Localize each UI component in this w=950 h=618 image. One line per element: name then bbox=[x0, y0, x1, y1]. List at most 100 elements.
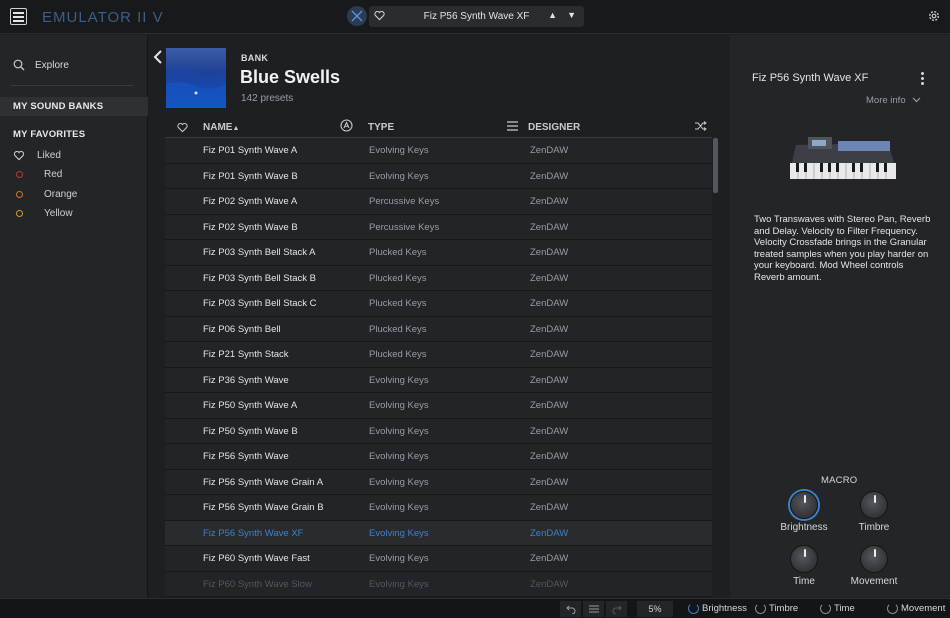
movement-label: Movement bbox=[850, 576, 898, 587]
preset-name-cell: Fiz P50 Synth Wave B bbox=[203, 425, 298, 437]
preset-name-cell: Fiz P01 Synth Wave A bbox=[203, 145, 298, 156]
close-icon[interactable] bbox=[347, 6, 367, 26]
more-info-button[interactable]: More info bbox=[866, 95, 921, 106]
table-row[interactable]: Fiz P60 Synth Wave Slow Evolving Keys ZenD… bbox=[165, 571, 712, 597]
preset-type-cell: Evolving Keys bbox=[369, 374, 429, 386]
time-label: Time bbox=[793, 576, 815, 587]
artist-filter-icon[interactable] bbox=[340, 119, 353, 135]
column-header-designer[interactable]: DESIGNER bbox=[528, 122, 580, 133]
explore-label: Explore bbox=[35, 59, 69, 71]
explore-button[interactable]: Explore bbox=[13, 59, 69, 71]
next-preset-button[interactable]: ▼ bbox=[567, 10, 576, 20]
bottom-bar: 5% Brightness Timbre Time Movement bbox=[0, 598, 950, 618]
preset-name-cell: Fiz P02 Synth Wave B bbox=[203, 221, 298, 233]
preset-designer-cell: ZenDAW bbox=[530, 170, 569, 182]
column-header-name[interactable]: NAME▲ bbox=[203, 122, 239, 133]
preset-list: Fiz P01 Synth Wave A Evolving Keys ZenDAW F… bbox=[165, 138, 712, 598]
gear-icon[interactable] bbox=[927, 9, 941, 26]
preset-selector[interactable]: Fiz P56 Synth Wave XF ▲ ▼ bbox=[369, 6, 584, 27]
table-row[interactable]: Fiz P03 Synth Bell Stack A Plucked Keys Ze… bbox=[165, 240, 712, 266]
zoom-level[interactable]: 5% bbox=[637, 601, 673, 617]
table-row[interactable]: Fiz P56 Synth Wave Grain A Evolving Keys Z… bbox=[165, 469, 712, 495]
preset-designer-cell: ZenDAW bbox=[530, 578, 569, 590]
bottom-macro-brightness[interactable]: Brightness bbox=[688, 603, 747, 614]
table-row[interactable]: Fiz P01 Synth Wave B Evolving Keys ZenDAW bbox=[165, 163, 712, 189]
movement-knob[interactable] bbox=[860, 545, 888, 573]
undo-icon[interactable] bbox=[560, 601, 581, 617]
sidebar-item-liked[interactable]: Liked bbox=[13, 150, 61, 161]
menu-icon[interactable] bbox=[10, 8, 27, 25]
preset-designer-cell: ZenDAW bbox=[530, 298, 569, 309]
table-row[interactable]: Fiz P06 Synth Bell Plucked Keys ZenDAW bbox=[165, 316, 712, 342]
app-window: EMULATOR II V Fiz P56 Synth Wave XF ▲ ▼ … bbox=[0, 0, 950, 618]
table-row[interactable]: Fiz P56 Synth Wave Evolving Keys ZenDAW bbox=[165, 444, 712, 470]
previous-preset-button[interactable]: ▲ bbox=[548, 10, 557, 20]
preset-type-cell: Evolving Keys bbox=[369, 425, 429, 437]
bank-label: BANK bbox=[241, 53, 269, 63]
preset-type-cell: Percussive Keys bbox=[369, 196, 440, 207]
brightness-knob[interactable] bbox=[790, 491, 818, 519]
yellow-dot-icon bbox=[16, 210, 23, 217]
list-view-icon[interactable] bbox=[507, 121, 518, 134]
preset-designer-cell: ZenDAW bbox=[530, 323, 569, 335]
preset-type-cell: Evolving Keys bbox=[369, 451, 429, 462]
sidebar-item-red[interactable]: Red bbox=[13, 169, 62, 180]
bottom-macro-label: Timbre bbox=[769, 603, 799, 614]
bottom-macro-movement[interactable]: Movement bbox=[887, 603, 945, 614]
sidebar-item-orange[interactable]: Orange bbox=[13, 189, 77, 200]
timbre-knob[interactable] bbox=[860, 491, 888, 519]
time-knob[interactable] bbox=[790, 545, 818, 573]
sidebar-item-yellow[interactable]: Yellow bbox=[13, 208, 73, 219]
preset-name-cell: Fiz P02 Synth Wave A bbox=[203, 196, 298, 207]
preset-name-cell: Fiz P56 Synth Wave bbox=[203, 451, 289, 462]
table-row[interactable]: Fiz P21 Synth Stack Plucked Keys ZenDAW bbox=[165, 342, 712, 368]
table-row[interactable]: Fiz P50 Synth Wave B Evolving Keys ZenDAW bbox=[165, 418, 712, 444]
preset-name-cell: Fiz P06 Synth Bell bbox=[203, 323, 281, 335]
bottom-macro-time[interactable]: Time bbox=[820, 603, 855, 614]
bottom-macro-timbre[interactable]: Timbre bbox=[755, 603, 798, 614]
favorite-label: Liked bbox=[37, 150, 61, 161]
bottom-macro-label: Brightness bbox=[702, 603, 747, 614]
preset-details-panel: Fiz P56 Synth Wave XF More info Two Tran… bbox=[730, 35, 950, 598]
column-name-label: NAME bbox=[203, 122, 233, 133]
knob-icon bbox=[820, 603, 831, 614]
table-row[interactable]: Fiz P03 Synth Bell Stack B Plucked Keys Ze… bbox=[165, 265, 712, 291]
preset-type-cell: Evolving Keys bbox=[369, 476, 429, 488]
scrollbar[interactable] bbox=[713, 138, 718, 193]
redo-icon[interactable] bbox=[606, 601, 627, 617]
top-bar: EMULATOR II V Fiz P56 Synth Wave XF ▲ ▼ bbox=[0, 0, 950, 34]
favorite-label: Red bbox=[44, 169, 63, 180]
column-header-type[interactable]: TYPE bbox=[368, 122, 394, 133]
heart-icon[interactable] bbox=[177, 122, 188, 136]
table-row[interactable]: Fiz P56 Synth Wave XF Evolving Keys ZenDAW bbox=[165, 520, 712, 546]
preset-description: Two Transwaves with Stereo Pan, Reverb a… bbox=[754, 214, 931, 283]
table-row[interactable]: Fiz P02 Synth Wave A Percussive Keys ZenDA… bbox=[165, 189, 712, 215]
preset-name-cell: Fiz P03 Synth Bell Stack C bbox=[203, 298, 317, 309]
table-header: NAME▲ TYPE DESIGNER bbox=[165, 118, 712, 138]
table-row[interactable]: Fiz P01 Synth Wave A Evolving Keys ZenDAW bbox=[165, 138, 712, 164]
table-row[interactable]: Fiz P02 Synth Wave B Percussive Keys ZenDA… bbox=[165, 214, 712, 240]
preset-name-cell: Fiz P21 Synth Stack bbox=[203, 349, 289, 360]
preset-name-cell: Fiz P50 Synth Wave A bbox=[203, 400, 298, 411]
preset-name-cell: Fiz P60 Synth Wave Slow bbox=[203, 578, 312, 590]
chevron-left-icon[interactable] bbox=[153, 49, 163, 68]
macro-title: MACRO bbox=[821, 475, 858, 486]
preset-name-cell: Fiz P56 Synth Wave Grain A bbox=[203, 476, 324, 488]
table-row[interactable]: Fiz P50 Synth Wave A Evolving Keys ZenDAW bbox=[165, 393, 712, 419]
knob-icon bbox=[887, 603, 898, 614]
red-dot-icon bbox=[16, 171, 23, 178]
table-row[interactable]: Fiz P03 Synth Bell Stack C Plucked Keys Ze… bbox=[165, 291, 712, 317]
preset-name-cell: Fiz P56 Synth Wave Grain B bbox=[203, 502, 324, 513]
preset-designer-cell: ZenDAW bbox=[530, 527, 569, 539]
more-options-icon[interactable] bbox=[921, 72, 924, 85]
table-row[interactable]: Fiz P56 Synth Wave Grain B Evolving Keys Z… bbox=[165, 495, 712, 521]
knob-icon bbox=[688, 603, 699, 614]
preset-designer-cell: ZenDAW bbox=[530, 400, 569, 411]
history-list-icon[interactable] bbox=[583, 601, 604, 617]
sidebar-item-my-sound-banks[interactable]: MY SOUND BANKS bbox=[0, 97, 148, 116]
preset-type-cell: Evolving Keys bbox=[369, 145, 429, 156]
table-row[interactable]: Fiz P60 Synth Wave Fast Evolving Keys ZenD… bbox=[165, 546, 712, 572]
more-info-label: More info bbox=[866, 95, 906, 106]
table-row[interactable]: Fiz P36 Synth Wave Evolving Keys ZenDAW bbox=[165, 367, 712, 393]
shuffle-icon[interactable] bbox=[695, 121, 707, 134]
